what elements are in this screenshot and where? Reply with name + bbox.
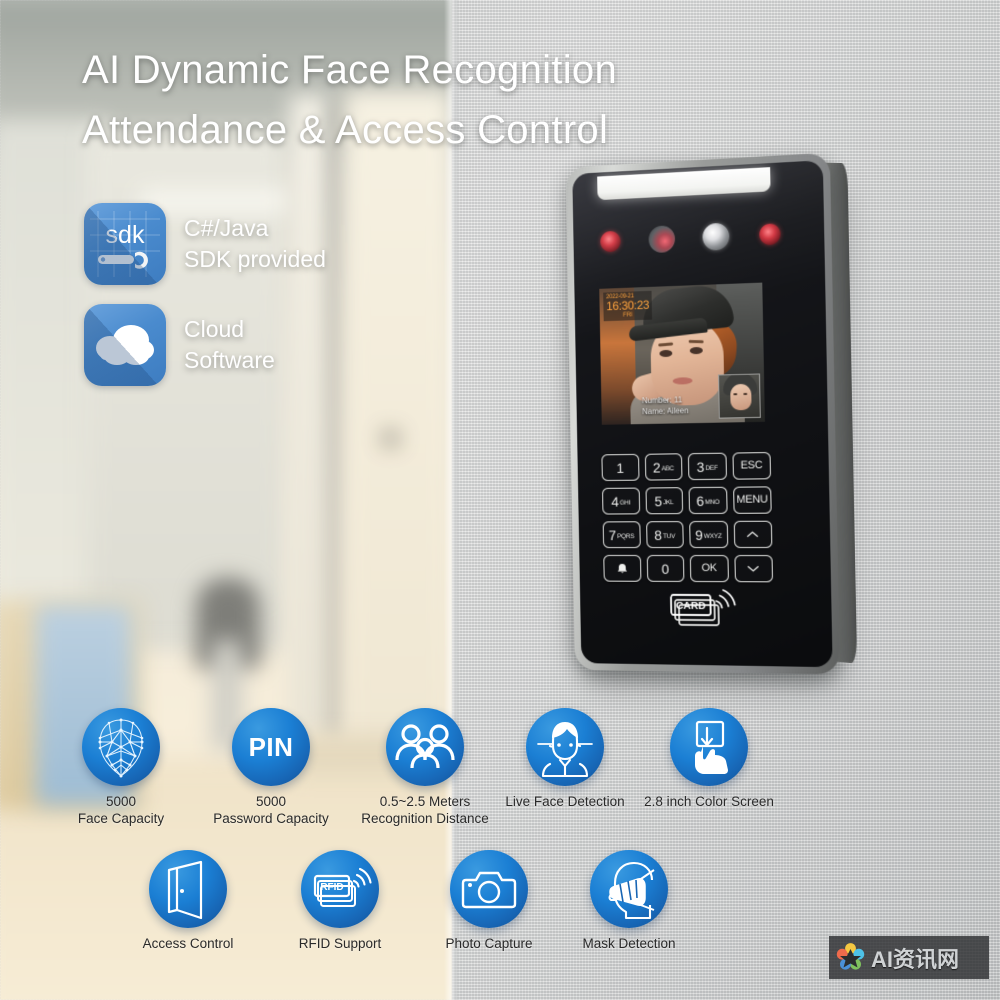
device-keypad: 1 2 ABC 3 DEF ESC 4 GHI 5 JKL 6 MNO MENU 7 PQR…: [601, 452, 774, 583]
feature-label: 2.8 inch Color Screen: [644, 794, 774, 809]
sdk-icon: sdk: [84, 203, 166, 285]
feature-face-capacity: 5000 Face Capacity: [51, 708, 191, 827]
interior-door: [344, 90, 452, 770]
feature-label: Access Control: [142, 936, 234, 951]
chevron-down-icon: [746, 562, 761, 575]
feature-password-capacity: PIN 5000 Password Capacity: [201, 708, 341, 827]
badge-sdk-line2: SDK provided: [184, 246, 326, 272]
key-ok[interactable]: OK: [689, 555, 729, 583]
pin-text: PIN: [248, 731, 294, 762]
feature-rfid-support: RFID RFID Support: [270, 850, 410, 952]
device-bezel: 2022-09-21 16:30:23 FRI Number: 11 Name:…: [565, 152, 840, 675]
key-esc[interactable]: ESC: [731, 452, 772, 480]
key-6[interactable]: 6 MNO: [688, 486, 728, 515]
pin-icon: PIN: [232, 708, 310, 786]
key-8[interactable]: 8 TUV: [645, 521, 684, 549]
key-3[interactable]: 3 DEF: [687, 452, 727, 481]
ir-led-right-icon: [759, 223, 781, 246]
device-lcd-screen[interactable]: 2022-09-21 16:30:23 FRI Number: 11 Name:…: [599, 282, 765, 425]
flower-logo-icon: [835, 942, 866, 973]
interior-door-knob: [382, 430, 399, 447]
face-mesh-icon: [82, 708, 160, 786]
key-up[interactable]: [733, 520, 773, 549]
feature-mask-detection: Mask Detection: [559, 850, 699, 952]
camera-icon: [450, 850, 528, 928]
face-mask-icon: [590, 850, 668, 928]
ir-led-left-icon: [600, 230, 621, 253]
key-0[interactable]: 0: [646, 554, 685, 582]
key-2[interactable]: 2 ABC: [644, 453, 683, 481]
screen-face-thumbnail: [718, 373, 761, 419]
bell-icon: [617, 563, 627, 574]
key-9[interactable]: 9 WXYZ: [689, 520, 728, 549]
live-face-icon: [526, 708, 604, 786]
headline-line-2: Attendance & Access Control: [82, 108, 609, 152]
card-label: CARD: [676, 601, 707, 612]
group-people-icon: [386, 708, 464, 786]
feature-live-face-detection: Live Face Detection: [495, 708, 635, 810]
open-door-icon: [149, 850, 227, 928]
watermark: AI资讯网: [829, 936, 989, 979]
ir-camera-icon: [648, 225, 676, 254]
badge-cloud: Cloud Software: [84, 304, 275, 386]
badge-cloud-line2: Software: [184, 347, 275, 373]
rfid-text: RFID: [320, 882, 343, 893]
feature-label: RFID Support: [298, 936, 382, 951]
feature-label: 5000 Face Capacity: [77, 794, 165, 826]
key-bell[interactable]: [603, 554, 641, 582]
badge-cloud-line1: Cloud: [184, 316, 245, 342]
feature-label: Mask Detection: [582, 936, 676, 951]
rfid-card-icon: RFID: [301, 850, 379, 928]
screen-datetime-overlay: 2022-09-21 16:30:23 FRI: [603, 290, 653, 322]
feature-color-screen: 2.8 inch Color Screen: [639, 708, 779, 810]
feature-label: Live Face Detection: [505, 794, 625, 809]
card-reader-icon: CARD: [667, 585, 741, 630]
screen-name: Name: Aileen: [642, 406, 689, 417]
key-menu[interactable]: MENU: [732, 486, 772, 514]
interior-door-jamb: [330, 100, 344, 740]
badge-sdk: sdk C#/Java SDK provided: [84, 203, 326, 285]
feature-label: Photo Capture: [445, 936, 533, 951]
feature-recognition-distance: 0.5~2.5 Meters Recognition Distance: [355, 708, 495, 827]
page-title: AI Dynamic Face Recognition Attendance &…: [82, 40, 722, 160]
face-recognition-terminal: 2022-09-21 16:30:23 FRI Number: 11 Name:…: [565, 152, 858, 675]
feature-access-control: Access Control: [118, 850, 258, 952]
interior-door-frame: [290, 95, 330, 735]
device-front-panel: 2022-09-21 16:30:23 FRI Number: 11 Name:…: [572, 160, 833, 668]
card-reader-zone[interactable]: CARD: [580, 584, 832, 630]
led-fill-light: [597, 167, 771, 201]
poster-canvas: AI Dynamic Face Recognition Attendance &…: [0, 0, 1000, 1000]
screen-time: 16:30:23: [606, 298, 650, 314]
cloud-icon: [84, 304, 166, 386]
key-5[interactable]: 5 JKL: [645, 487, 684, 515]
key-4[interactable]: 4 GHI: [602, 487, 640, 515]
feature-photo-capture: Photo Capture: [419, 850, 559, 952]
chevron-up-icon: [745, 528, 760, 541]
key-1[interactable]: 1: [601, 453, 640, 482]
headline-line-1: AI Dynamic Face Recognition: [82, 48, 617, 92]
touch-screen-icon: [670, 708, 748, 786]
rgb-camera-icon: [702, 222, 730, 251]
badge-sdk-text: C#/Java SDK provided: [184, 213, 326, 275]
feature-label: 5000 Password Capacity: [213, 794, 329, 826]
badge-cloud-text: Cloud Software: [184, 314, 275, 376]
key-down[interactable]: [733, 555, 774, 583]
feature-label: 0.5~2.5 Meters Recognition Distance: [361, 794, 489, 826]
watermark-text: AI资讯网: [871, 946, 960, 972]
sensor-array: [573, 221, 824, 266]
screen-identity-info: Number: 11 Name: Aileen: [642, 394, 689, 417]
key-7[interactable]: 7 PQRS: [602, 521, 641, 549]
badge-sdk-line1: C#/Java: [184, 215, 269, 241]
